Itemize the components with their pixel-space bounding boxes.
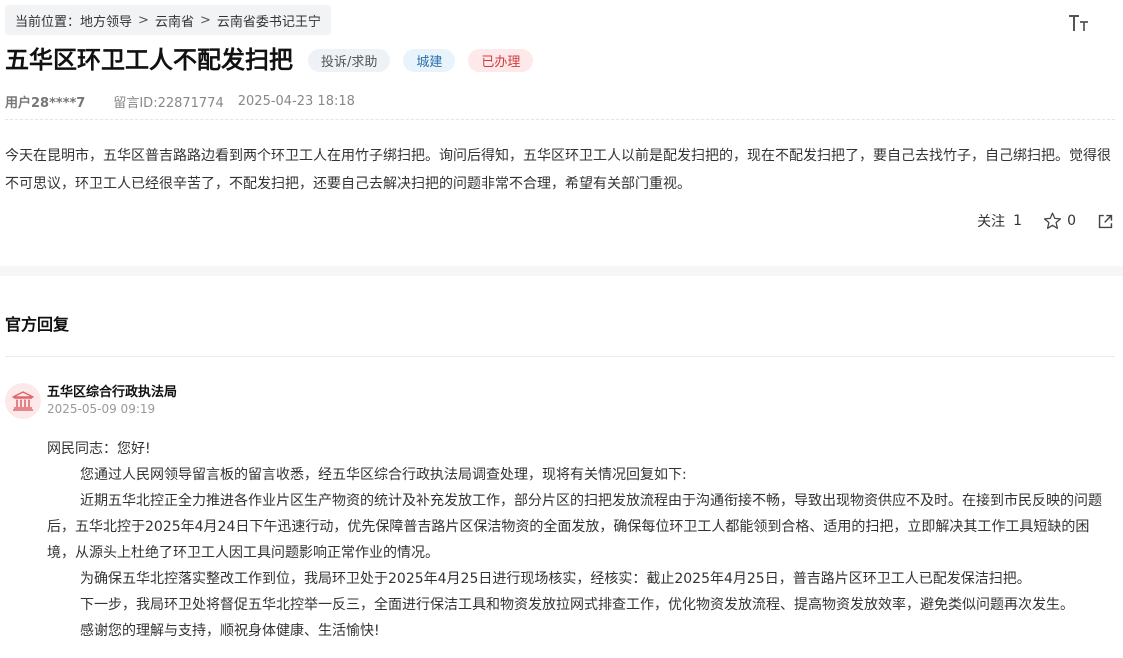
share-button[interactable] <box>1097 213 1114 230</box>
breadcrumb: 当前位置： 地方领导 > 云南省 > 云南省委书记王宁 <box>5 5 331 35</box>
breadcrumb-link-leader[interactable]: 云南省委书记王宁 <box>217 11 321 30</box>
reply-paragraph: 为确保五华北控落实整改工作到位，我局环卫处于2025年4月25日进行现场核实，经… <box>80 571 1031 587</box>
breadcrumb-prefix: 当前位置： <box>15 14 81 30</box>
status-badge: 已办理 <box>468 48 534 72</box>
title-row: 五华区环卫工人不配发扫把 投诉/求助 城建 已办理 <box>5 43 534 77</box>
breadcrumb-link-local-leaders[interactable]: 地方领导 <box>80 11 132 30</box>
reply-paragraph: 近期五华北控正全力推进各作业片区生产物资的统计及补充发放工作，部分片区的扫把发放… <box>47 493 1102 561</box>
breadcrumb-separator: > <box>138 12 149 28</box>
reply-paragraph: 下一步，我局环卫处将督促五华北控举一反三，全面进行保洁工具和物资发放拉网式排查工… <box>80 597 1074 613</box>
reply-time: 2025-05-09 09:19 <box>47 402 156 416</box>
reply-greeting: 网民同志：您好! <box>47 441 151 457</box>
favorite-button[interactable]: 0 <box>1043 212 1076 230</box>
page-title: 五华区环卫工人不配发扫把 <box>5 46 293 74</box>
avatar <box>5 383 41 419</box>
reply-department: 五华区综合行政执法局 <box>47 385 178 400</box>
divider <box>5 356 1115 357</box>
reply-body: 网民同志：您好! 您通过人民网领导留言板的留言收悉，经五华区综合行政执法局调查处… <box>47 436 1117 644</box>
share-icon <box>1098 214 1113 228</box>
follow-button[interactable]: 关注 1 <box>977 211 1022 231</box>
message-content: 今天在昆明市，五华区普吉路路边看到两个环卫工人在用竹子绑扫把。询问后得知，五华区… <box>5 148 1111 192</box>
divider <box>5 119 1115 120</box>
reply-paragraph: 感谢您的理解与支持，顺祝身体健康、生活愉快! <box>80 623 380 639</box>
government-building-icon <box>12 391 34 411</box>
star-icon <box>1043 212 1062 229</box>
message-meta: 用户28****7 留言ID:22871774 2025-04-23 18:18 <box>5 92 355 111</box>
section-separator <box>0 266 1123 276</box>
official-reply-heading: 官方回复 <box>5 315 70 334</box>
follow-label: 关注 <box>977 214 1006 230</box>
font-size-icon[interactable] <box>1068 9 1092 33</box>
user-name: 用户28****7 <box>5 96 86 111</box>
follow-count: 1 <box>1013 213 1023 229</box>
breadcrumb-link-province[interactable]: 云南省 <box>155 11 194 30</box>
favorite-count: 0 <box>1067 213 1076 229</box>
field-tag: 城建 <box>403 48 456 72</box>
action-bar: 关注 1 0 <box>977 211 1114 231</box>
breadcrumb-separator: > <box>199 12 211 28</box>
category-tag: 投诉/求助 <box>308 48 391 72</box>
message-id: 留言ID:22871774 <box>113 96 224 111</box>
message-time: 2025-04-23 18:18 <box>237 94 355 109</box>
reply-paragraph: 您通过人民网领导留言板的留言收悉，经五华区综合行政执法局调查处理，现将有关情况回… <box>80 467 687 483</box>
font-size-glyph <box>1069 15 1088 31</box>
